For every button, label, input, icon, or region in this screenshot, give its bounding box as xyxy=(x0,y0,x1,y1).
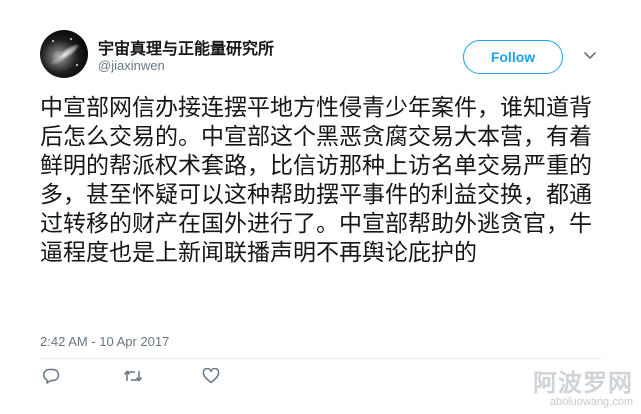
tweet-text: 中宣部网信办接连摆平地方性侵青少年案件，谁知道背后怎么交易的。中宣部这个黑恶贪腐… xyxy=(40,95,592,266)
watermark-sub: aboluowang.com xyxy=(549,396,633,408)
watermark: 阿波罗网 aboluowang.com xyxy=(491,370,633,409)
follow-button[interactable]: Follow xyxy=(463,40,563,74)
heart-icon[interactable] xyxy=(200,366,222,386)
divider xyxy=(40,358,601,359)
avatar-star xyxy=(76,64,78,66)
watermark-main: 阿波罗网 xyxy=(533,369,633,397)
tweet-header: 宇宙真理与正能量研究所 @jiaxinwen Follow xyxy=(40,30,621,86)
avatar-star xyxy=(52,40,54,42)
avatar-star xyxy=(70,38,72,40)
tweet-card: 宇宙真理与正能量研究所 @jiaxinwen Follow 中宣部网信办接连摆平… xyxy=(0,0,641,414)
display-name[interactable]: 宇宙真理与正能量研究所 xyxy=(98,35,274,59)
chevron-down-icon[interactable] xyxy=(580,44,600,68)
avatar[interactable] xyxy=(40,30,88,78)
retweet-icon[interactable] xyxy=(122,366,144,386)
tweet-timestamp[interactable]: 2:42 AM - 10 Apr 2017 xyxy=(40,334,169,349)
reply-icon[interactable] xyxy=(40,366,62,386)
user-handle[interactable]: @jiaxinwen xyxy=(98,58,165,73)
